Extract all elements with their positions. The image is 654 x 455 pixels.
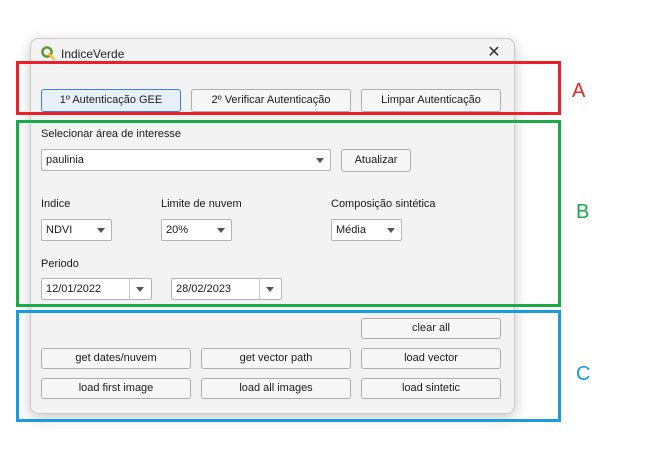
section-c-frame [16,310,561,422]
section-b-label: B [576,201,590,223]
close-icon[interactable]: ✕ [484,43,504,63]
window-title: IndiceVerde [61,47,125,61]
section-a-frame [16,61,561,115]
section-b-frame [16,120,561,307]
section-c-label: C [576,363,591,385]
qgis-logo-icon [41,46,55,60]
section-a-label: A [572,80,586,102]
